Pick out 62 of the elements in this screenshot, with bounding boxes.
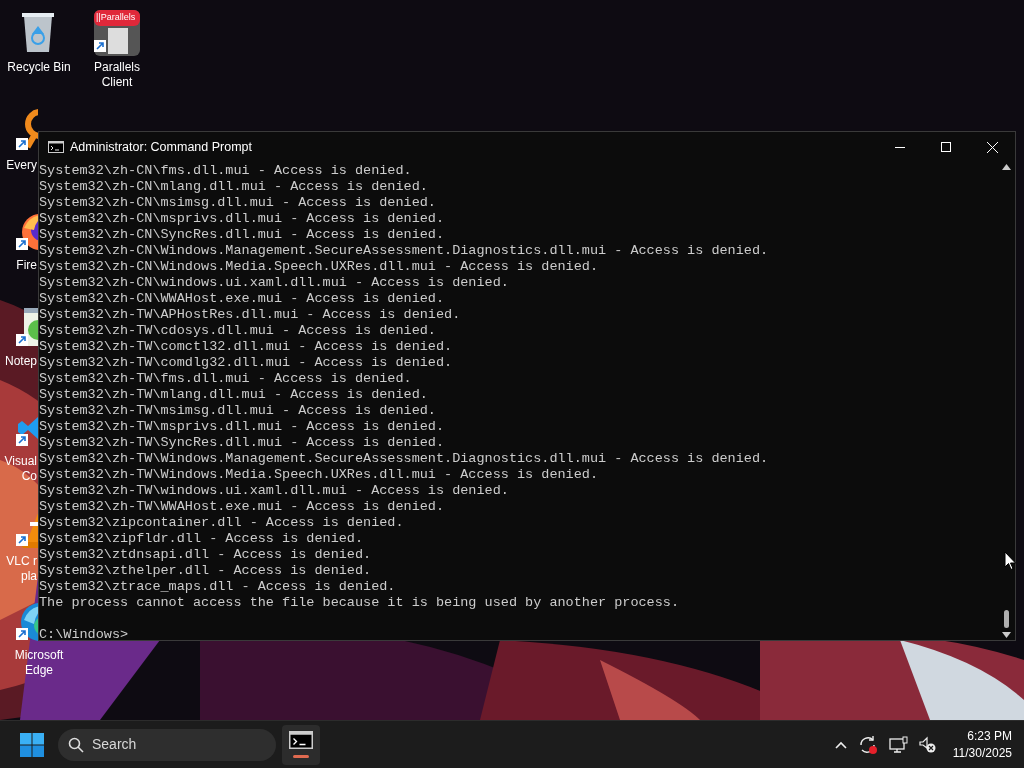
console-line: System32\zh-CN\msimsg.dll.mui - Access is denied.	[39, 195, 436, 211]
icon-label[interactable]: Co	[0, 469, 37, 484]
console-line: System32\zh-CN\WWAHost.exe.mui - Access is denied.	[39, 291, 445, 307]
clock-time: 6:23 PM	[967, 727, 1012, 745]
search-field[interactable]: Search	[58, 728, 276, 761]
console-line: System32\zh-TW\msprivs.dll.mui - Access is denied.	[39, 419, 445, 435]
console-line: System32\zh-TW\mlang.dll.mui - Access is denied.	[39, 387, 428, 403]
console-line: System32\zh-TW\windows.ui.xaml.dll.mui - Access is denied.	[39, 483, 509, 499]
command-prompt[interactable]: C:\Windows>	[39, 627, 129, 643]
console-line: System32\zthelper.dll - Access is denied.	[39, 563, 372, 579]
terminal-icon	[48, 141, 64, 153]
minimize-icon	[895, 146, 905, 148]
console-line: System32\zh-CN\mlang.dll.mui - Access is denied.	[39, 179, 428, 195]
console-line: System32\zh-TW\fms.dll.mui - Access is denied.	[39, 371, 412, 387]
terminal-icon	[289, 731, 313, 749]
search-input[interactable]: Search	[92, 734, 242, 755]
console-line: System32\zh-TW\APHostRes.dll.mui - Access is denied.	[39, 307, 461, 323]
monitor-icon[interactable]	[888, 735, 909, 754]
console-line: System32\zh-CN\Windows.Management.SecureAssessment.Diagnostics.dll.mui - Access is denied.	[39, 243, 769, 259]
icon-label[interactable]: Edge	[25, 663, 53, 678]
console-line: System32\zh-TW\Windows.Media.Speech.UXRes.dll.mui - Access is denied.	[39, 467, 598, 483]
icon-label[interactable]: Fire	[0, 258, 37, 273]
taskbar-app[interactable]	[282, 724, 320, 765]
icon-label[interactable]: Microsoft	[14, 648, 64, 663]
windows-logo-icon	[20, 732, 44, 757]
console-line: System32\zh-TW\Windows.Management.SecureAssessment.Diagnostics.dll.mui - Access is denied.	[39, 451, 769, 467]
console-line: System32\ztrace_maps.dll - Access is denied.	[39, 579, 396, 595]
console-line: System32\zh-TW\comctl32.dll.mui - Access is denied.	[39, 339, 453, 355]
console-line: System32\zh-TW\msimsg.dll.mui - Access is denied.	[39, 403, 436, 419]
close-icon	[986, 141, 998, 153]
icon-label[interactable]: Client	[101, 75, 133, 90]
icon-label[interactable]: Every	[0, 158, 37, 173]
icon-label[interactable]: Notep	[0, 354, 37, 369]
console-line: System32\ztdnsapi.dll - Access is denied.	[39, 547, 372, 563]
console-line: System32\zh-CN\windows.ui.xaml.dll.mui - Access is denied.	[39, 275, 509, 291]
scroll-up-icon	[1002, 164, 1011, 170]
console-line: System32\zh-CN\Windows.Media.Speech.UXRes.dll.mui - Access is denied.	[39, 259, 598, 275]
search-icon	[68, 736, 84, 753]
console-line: System32\zh-TW\SyncRes.dll.mui - Access is denied.	[39, 435, 445, 451]
running-indicator	[293, 755, 309, 758]
maximize-icon	[941, 142, 951, 152]
console-line: The process cannot access the file because it is being used by another process.	[39, 595, 679, 611]
console-line: System32\zipfldr.dll - Access is denied.	[39, 531, 364, 547]
console-line: System32\zh-TW\comdlg32.dll.mui - Access is denied.	[39, 355, 453, 371]
console-line: System32\zipcontainer.dll - Access is denied.	[39, 515, 404, 531]
console-line: System32\zh-CN\msprivs.dll.mui - Access is denied.	[39, 211, 445, 227]
console-line: System32\zh-CN\fms.dll.mui - Access is denied.	[39, 163, 412, 179]
app-icon	[94, 10, 140, 56]
console-line: System32\zh-TW\cdosys.dll.mui - Access is denied.	[39, 323, 436, 339]
console-line: System32\zh-CN\SyncRes.dll.mui - Access is denied.	[39, 227, 445, 243]
console-line: System32\zh-TW\WWAHost.exe.mui - Access is denied.	[39, 499, 445, 515]
clock-date: 11/30/2025	[952, 744, 1012, 762]
clock[interactable]: 6:23 PM 11/30/2025	[952, 727, 1012, 762]
scrollbar-thumb[interactable]	[1004, 610, 1009, 628]
icon-label[interactable]: Recycle Bin	[7, 60, 71, 75]
icon-label[interactable]: Parallels	[94, 60, 140, 75]
logo-text: ||Parallels	[96, 13, 136, 22]
chevron-up-icon[interactable]	[834, 740, 847, 749]
volume-muted-icon[interactable]	[918, 735, 937, 754]
window-title: Administrator: Command Prompt	[70, 138, 252, 156]
icon-label[interactable]: Visual	[0, 454, 37, 469]
scroll-down-icon	[1002, 632, 1011, 638]
